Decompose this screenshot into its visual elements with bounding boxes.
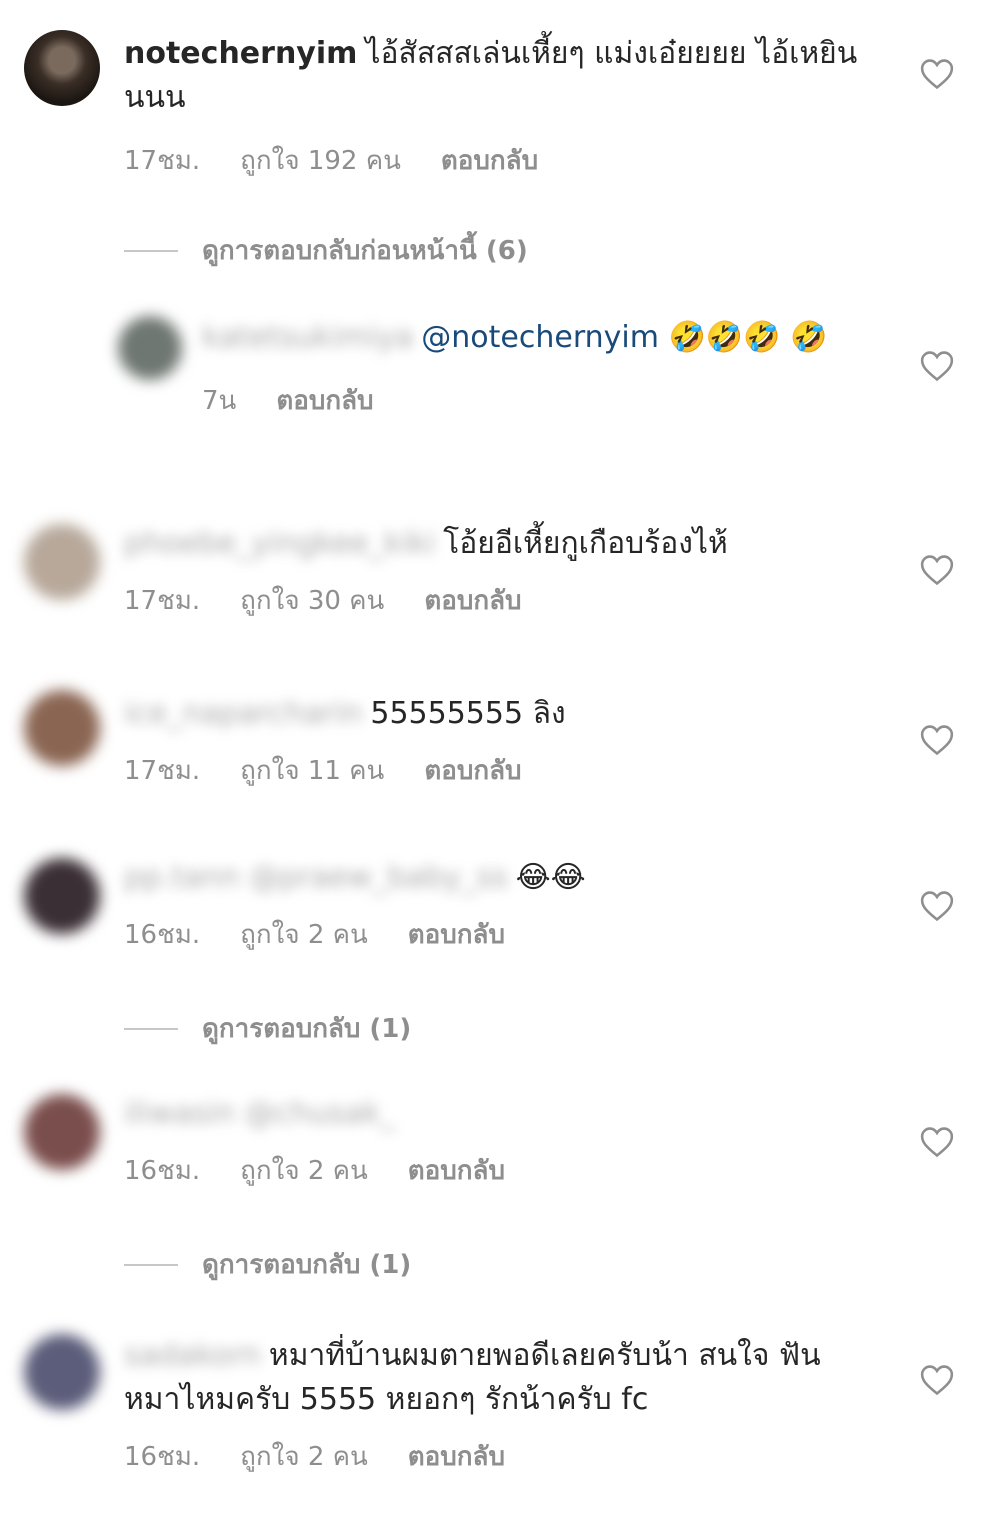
reply-button[interactable]: ตอบกลับ	[441, 140, 538, 181]
mention[interactable]: @notechernyim	[421, 320, 659, 355]
comment-text: โอ้ยอีเหี้ยกูเกือบร้องไห้	[443, 526, 728, 561]
view-replies-label[interactable]: ดูการตอบกลับ (1)	[202, 1008, 411, 1049]
view-replies-label[interactable]: ดูการตอบกลับ (1)	[202, 1244, 411, 1285]
comment-meta: 17ชม. ถูกใจ 11 คน ตอบกลับ	[124, 750, 884, 791]
timestamp: 7น	[202, 386, 237, 416]
heart-icon[interactable]	[920, 890, 954, 922]
reply-button[interactable]: ตอบกลับ	[408, 1150, 505, 1191]
timestamp: 16ชม.	[124, 1156, 201, 1186]
reply-button[interactable]: ตอบกลับ	[408, 914, 505, 955]
heart-icon[interactable]	[920, 1126, 954, 1158]
avatar[interactable]	[24, 1094, 100, 1170]
comment-meta: 16ชม. ถูกใจ 2 คน ตอบกลับ	[124, 1436, 864, 1477]
comment-body: katetsukimiya @notechernyim 🤣🤣🤣 🤣	[202, 316, 862, 360]
comment-meta: 7น ตอบกลับ	[202, 380, 862, 421]
comment-meta: 16ชม. ถูกใจ 2 คน ตอบกลับ	[124, 1150, 884, 1191]
like-count[interactable]: ถูกใจ 192 คน	[240, 140, 401, 181]
emoji: 😂😂	[515, 860, 586, 895]
like-count[interactable]: ถูกใจ 2 คน	[240, 1150, 368, 1191]
username[interactable]: ice_naparcharin	[124, 696, 362, 731]
view-replies[interactable]: ดูการตอบกลับ (1)	[124, 1008, 411, 1049]
like-count[interactable]: ถูกใจ 30 คน	[240, 580, 384, 621]
heart-icon[interactable]	[920, 1364, 954, 1396]
heart-icon[interactable]	[920, 724, 954, 756]
comment-text: 55555555 ลิง	[370, 696, 566, 731]
timestamp: 17ชม.	[124, 586, 201, 616]
divider	[124, 1027, 178, 1030]
username[interactable]: katetsukimiya	[202, 320, 413, 355]
reply-button[interactable]: ตอบกลับ	[276, 380, 373, 421]
username[interactable]: iliwasin @chusak_	[124, 1096, 395, 1131]
divider	[124, 1263, 178, 1266]
username[interactable]: phoebe_yingkee_kiki	[124, 526, 435, 561]
view-previous-replies[interactable]: ดูการตอบกลับก่อนหน้านี้ (6)	[124, 230, 528, 271]
avatar[interactable]	[24, 524, 100, 600]
comment-body: pp.tann @praew_baby_ss 😂😂	[124, 856, 884, 900]
like-count[interactable]: ถูกใจ 2 คน	[240, 914, 368, 955]
timestamp: 16ชม.	[124, 1442, 201, 1472]
avatar[interactable]	[24, 30, 100, 106]
username[interactable]: notechernyim	[124, 36, 357, 71]
comment-body: ice_naparcharin 55555555 ลิง	[124, 692, 884, 736]
avatar[interactable]	[24, 690, 100, 766]
comment-meta: 16ชม. ถูกใจ 2 คน ตอบกลับ	[124, 914, 884, 955]
comment-meta: 17ชม. ถูกใจ 192 คน ตอบกลับ	[124, 140, 884, 181]
emoji: 🤣🤣🤣 🤣	[668, 320, 828, 355]
avatar[interactable]	[24, 1334, 100, 1410]
heart-icon[interactable]	[920, 350, 954, 382]
heart-icon[interactable]	[920, 58, 954, 90]
comment-body: notechernyim ไอ้สัสสสเล่นเหี้ยๆ แม่งเอ๋ยย…	[124, 32, 884, 120]
heart-icon[interactable]	[920, 554, 954, 586]
view-replies-label[interactable]: ดูการตอบกลับก่อนหน้านี้ (6)	[202, 230, 528, 271]
username[interactable]: pp.tann @praew_baby_ss	[124, 860, 508, 895]
view-replies[interactable]: ดูการตอบกลับ (1)	[124, 1244, 411, 1285]
reply-button[interactable]: ตอบกลับ	[408, 1436, 505, 1477]
timestamp: 17ชม.	[124, 756, 201, 786]
avatar[interactable]	[24, 858, 100, 934]
like-count[interactable]: ถูกใจ 2 คน	[240, 1436, 368, 1477]
reply-button[interactable]: ตอบกลับ	[424, 750, 521, 791]
avatar[interactable]	[118, 316, 182, 380]
comment-body: iliwasin @chusak_	[124, 1092, 884, 1136]
comment-meta: 17ชม. ถูกใจ 30 คน ตอบกลับ	[124, 580, 884, 621]
username[interactable]: sadakorn	[124, 1338, 261, 1373]
comment-body: sadakorn หมาที่บ้านผมตายพอดีเลยครับน้า สน…	[124, 1334, 864, 1422]
comment-body: phoebe_yingkee_kiki โอ้ยอีเหี้ยกูเกือบร้อ…	[124, 522, 884, 566]
like-count[interactable]: ถูกใจ 11 คน	[240, 750, 384, 791]
timestamp: 16ชม.	[124, 920, 201, 950]
divider	[124, 249, 178, 252]
reply-button[interactable]: ตอบกลับ	[424, 580, 521, 621]
timestamp: 17ชม.	[124, 146, 201, 176]
